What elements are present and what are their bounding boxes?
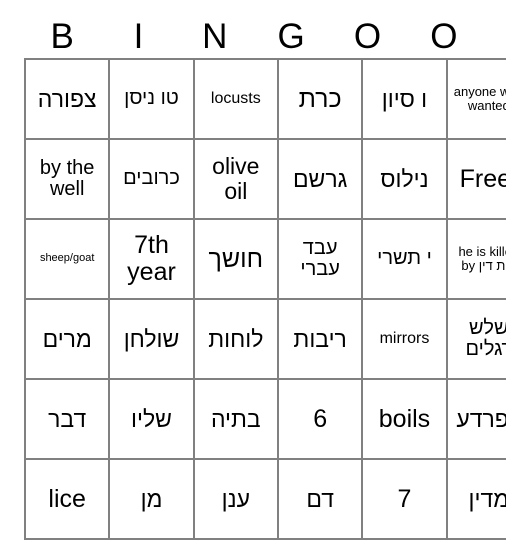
bingo-cell-label: גרשם bbox=[292, 165, 348, 192]
bingo-cell-label: כרובים bbox=[123, 167, 180, 190]
bingo-cell-label: חושך bbox=[208, 244, 264, 273]
bingo-row: מרים שולחן לוחות ריבות mirrors שלש רגלים bbox=[25, 299, 506, 380]
bingo-cell-label: Free! bbox=[459, 164, 506, 193]
bingo-cell[interactable]: sheep/goat bbox=[25, 219, 111, 300]
bingo-cell[interactable]: דבר bbox=[25, 379, 111, 460]
bingo-header-letter-i: I bbox=[133, 16, 144, 56]
bingo-grid: צפורה טו ניסן locusts כרת ו סיון anyone who w… bbox=[24, 58, 506, 540]
bingo-cell-label: בתיה bbox=[210, 405, 261, 432]
bingo-cell[interactable]: he is killed by בית דין bbox=[446, 219, 506, 300]
bingo-cell-label: מרים bbox=[42, 325, 92, 352]
bingo-cell-label: דבר bbox=[48, 405, 87, 432]
bingo-header-letter-o1: O bbox=[353, 16, 382, 56]
bingo-cell-label: נילוס bbox=[380, 165, 429, 192]
bingo-row: צפורה טו ניסן locusts כרת ו סיון anyone who w… bbox=[25, 59, 506, 140]
bingo-cell-label: locusts bbox=[210, 90, 261, 108]
bingo-cell-label: ענן bbox=[221, 485, 250, 512]
bingo-header-letter-b: B bbox=[50, 16, 74, 56]
bingo-cell[interactable]: דם bbox=[277, 459, 364, 540]
bingo-cell-label: טו ניסן bbox=[124, 87, 179, 110]
bingo-cell[interactable]: גרשם bbox=[277, 139, 364, 220]
bingo-cell-label: ריבות bbox=[293, 325, 347, 352]
bingo-cell[interactable]: 6 bbox=[277, 379, 364, 460]
bingo-cell[interactable]: ריבות bbox=[277, 299, 364, 380]
bingo-cell-label: שלש רגלים bbox=[465, 316, 506, 360]
bingo-cell[interactable]: כרת bbox=[277, 59, 364, 140]
bingo-cell[interactable]: ענן bbox=[193, 459, 279, 540]
bingo-cell-label: lice bbox=[48, 484, 86, 513]
bingo-row: lice מן ענן דם 7 מדין bbox=[25, 459, 506, 540]
bingo-cell[interactable]: 7th year bbox=[109, 219, 195, 300]
bingo-cell[interactable]: בתיה bbox=[193, 379, 279, 460]
bingo-cell-label: 7th year bbox=[127, 231, 176, 286]
bingo-cell[interactable]: עבד עברי bbox=[277, 219, 364, 300]
bingo-cell-label: he is killed by בית דין bbox=[458, 244, 506, 273]
bingo-cell[interactable]: י תשרי bbox=[362, 219, 448, 300]
bingo-cell-label: olive oil bbox=[212, 153, 260, 204]
bingo-cell-label: 7 bbox=[397, 484, 412, 513]
bingo-cell-label: boils bbox=[378, 404, 431, 433]
bingo-header-letter-o2: O bbox=[430, 16, 458, 56]
bingo-cell[interactable]: שולחן bbox=[109, 299, 195, 380]
bingo-cell[interactable]: 7 bbox=[362, 459, 448, 540]
bingo-cell-label: ו סיון bbox=[381, 85, 428, 112]
bingo-cell[interactable]: lice bbox=[25, 459, 111, 540]
bingo-header-letter-n: N bbox=[202, 16, 228, 56]
bingo-cell-label: mirrors bbox=[379, 330, 430, 348]
bingo-cell[interactable]: Free! bbox=[446, 139, 506, 220]
bingo-cell-label: sheep/goat bbox=[39, 252, 95, 265]
bingo-card: B I N G O O צפורה טו ניסן locusts כרת ו סיון… bbox=[24, 14, 506, 540]
bingo-cell[interactable]: locusts bbox=[193, 59, 279, 140]
bingo-header-letter-g: G bbox=[277, 16, 305, 56]
bingo-cell[interactable]: boils bbox=[362, 379, 448, 460]
bingo-cell[interactable]: שלש רגלים bbox=[446, 299, 506, 380]
bingo-cell-label: דם bbox=[306, 485, 334, 512]
bingo-cell-label: שליו bbox=[131, 405, 172, 432]
bingo-cell-label: צפורה bbox=[37, 85, 97, 112]
bingo-cell-label: צפרדע bbox=[456, 405, 506, 432]
bingo-cell[interactable]: צפרדע bbox=[446, 379, 506, 460]
bingo-cell-label: עבד עברי bbox=[300, 236, 340, 280]
bingo-row: sheep/goat 7th year חושך עבד עברי י תשרי he i… bbox=[25, 219, 506, 300]
bingo-cell-label: י תשרי bbox=[377, 247, 432, 270]
bingo-cell[interactable]: anyone who wanted bbox=[446, 59, 506, 140]
bingo-cell-label: 6 bbox=[313, 404, 328, 433]
bingo-header-row: B I N G O O bbox=[24, 14, 482, 58]
bingo-cell[interactable]: שליו bbox=[109, 379, 195, 460]
bingo-cell[interactable]: חושך bbox=[193, 219, 279, 300]
bingo-cell[interactable]: לוחות bbox=[193, 299, 279, 380]
bingo-cell[interactable]: olive oil bbox=[193, 139, 279, 220]
bingo-cell-label: מן bbox=[140, 485, 163, 512]
bingo-cell[interactable]: by the well bbox=[25, 139, 111, 220]
bingo-cell[interactable]: ו סיון bbox=[362, 59, 448, 140]
bingo-cell[interactable]: מן bbox=[109, 459, 195, 540]
bingo-cell[interactable]: mirrors bbox=[362, 299, 448, 380]
bingo-cell[interactable]: כרובים bbox=[109, 139, 195, 220]
bingo-cell[interactable]: צפורה bbox=[25, 59, 111, 140]
bingo-cell-label: לוחות bbox=[208, 325, 264, 352]
bingo-cell[interactable]: מרים bbox=[25, 299, 111, 380]
bingo-cell-label: כרת bbox=[298, 84, 342, 113]
bingo-cell[interactable]: נילוס bbox=[362, 139, 448, 220]
bingo-row: by the well כרובים olive oil גרשם נילוס Free! bbox=[25, 139, 506, 220]
bingo-cell[interactable]: טו ניסן bbox=[109, 59, 195, 140]
bingo-cell-label: שולחן bbox=[123, 325, 180, 352]
bingo-row: דבר שליו בתיה 6 boils צפרדע bbox=[25, 379, 506, 460]
bingo-cell-label: anyone who wanted bbox=[453, 84, 506, 113]
bingo-cell-label: by the well bbox=[39, 156, 95, 200]
bingo-cell[interactable]: מדין bbox=[446, 459, 506, 540]
bingo-cell-label: מדין bbox=[468, 485, 506, 512]
